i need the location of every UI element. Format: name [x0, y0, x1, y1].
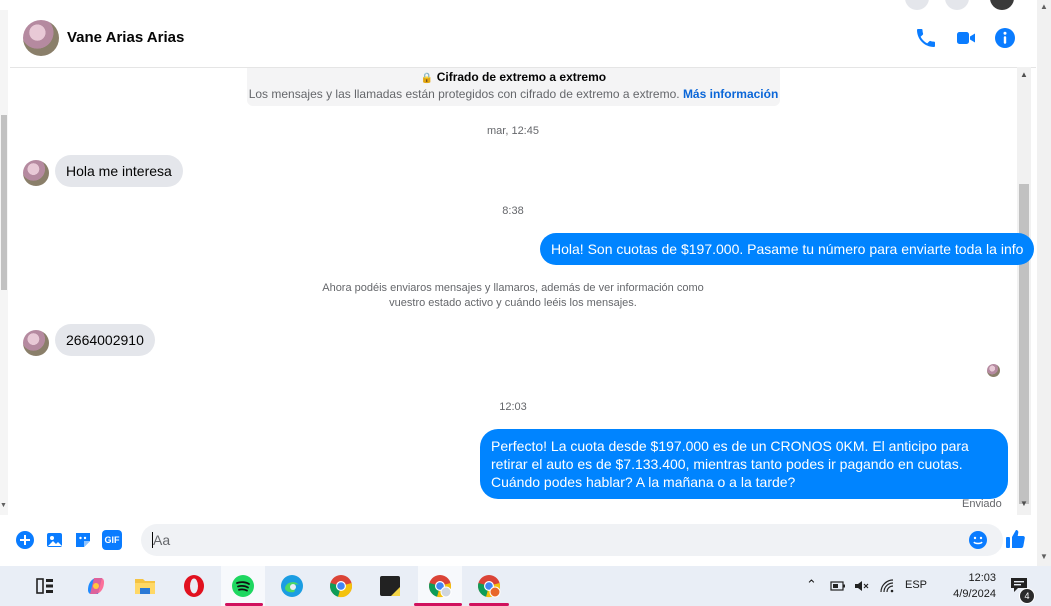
contact-avatar-small[interactable]: [23, 330, 49, 356]
emoji-icon[interactable]: [968, 530, 988, 550]
copilot-icon[interactable]: [82, 572, 110, 600]
encryption-body: Los mensajes y las llamadas están proteg…: [248, 87, 680, 101]
gif-icon[interactable]: GIF: [102, 530, 122, 550]
clock[interactable]: 12:03 4/9/2024: [936, 570, 996, 602]
scroll-down-arrow-icon[interactable]: ▼: [1040, 552, 1048, 561]
contact-avatar[interactable]: [23, 20, 59, 56]
ghost-button-icon: [945, 0, 969, 10]
wifi-icon[interactable]: [879, 578, 895, 594]
contact-avatar-small[interactable]: [23, 160, 49, 186]
info-icon[interactable]: [993, 26, 1017, 50]
message-input[interactable]: [141, 524, 1003, 556]
encryption-notice: 🔒 Cifrado de extremo a extremo Los mensa…: [247, 68, 780, 106]
activity-notice: Ahora podéis enviaros mensajes y llamaro…: [322, 282, 704, 309]
task-view-icon[interactable]: [31, 572, 59, 600]
sticker-icon[interactable]: [73, 530, 93, 550]
timestamp: 12:03: [499, 401, 527, 413]
spotify-icon[interactable]: [229, 572, 257, 600]
contact-name[interactable]: Vane Arias Arias: [67, 29, 184, 46]
image-icon[interactable]: [45, 530, 65, 550]
chat-header: Vane Arias Arias: [10, 10, 1036, 68]
scroll-down-arrow-icon[interactable]: ▼: [1020, 499, 1028, 508]
scroll-up-arrow-icon[interactable]: ▲: [1020, 70, 1028, 79]
chrome-profile-icon[interactable]: [426, 572, 454, 600]
taskbar: ⌃ ESP 12:03 4/9/2024: [0, 566, 1051, 606]
scroll-down-arrow-icon[interactable]: ▼: [0, 502, 7, 509]
top-strip: [0, 0, 1051, 10]
video-camera-icon[interactable]: [954, 26, 978, 50]
encryption-title: Cifrado de extremo a extremo: [436, 70, 607, 84]
timestamp: 8:38: [502, 205, 524, 217]
lock-icon: 🔒: [420, 73, 434, 84]
plus-icon[interactable]: [15, 530, 35, 550]
left-scrollbar-thumb[interactable]: [1, 115, 7, 290]
message-outgoing[interactable]: Perfecto! La cuota desde $197.000 es de …: [480, 429, 1008, 499]
window-scrollbar[interactable]: ▲ ▼: [1037, 0, 1051, 566]
seen-avatar-icon: [987, 364, 1000, 377]
phone-icon[interactable]: [914, 26, 938, 50]
tray-chevron-icon[interactable]: ⌃: [806, 577, 817, 593]
sent-status: Enviado: [962, 498, 1002, 510]
clock-time: 12:03: [968, 572, 996, 584]
message-incoming[interactable]: 2664002910: [55, 324, 155, 356]
ghost-avatar-icon: [990, 0, 1014, 10]
scroll-up-arrow-icon[interactable]: ▲: [1040, 2, 1048, 11]
opera-icon[interactable]: [180, 572, 208, 600]
message-composer: GIF: [10, 518, 1036, 562]
conversation-scrollbar[interactable]: ▲ ▼: [1017, 67, 1031, 515]
text-caret: [152, 532, 153, 548]
conversation-scrollbar-thumb[interactable]: [1019, 184, 1029, 504]
volume-muted-icon[interactable]: [853, 578, 869, 594]
thumbs-up-icon[interactable]: [1004, 528, 1026, 550]
language-indicator[interactable]: ESP: [905, 579, 927, 591]
left-scrollbar[interactable]: ▼: [0, 10, 8, 515]
notification-count-badge: 4: [1019, 588, 1035, 604]
chrome-profile-2-icon[interactable]: [475, 572, 503, 600]
clock-date: 4/9/2024: [953, 588, 996, 600]
file-explorer-icon[interactable]: [131, 572, 159, 600]
edge-icon[interactable]: [278, 572, 306, 600]
message-incoming[interactable]: Hola me interesa: [55, 155, 183, 187]
battery-icon[interactable]: [830, 579, 846, 593]
chrome-icon[interactable]: [327, 572, 355, 600]
more-info-link[interactable]: Más información: [683, 87, 778, 101]
message-outgoing[interactable]: Hola! Son cuotas de $197.000. Pasame tu …: [540, 233, 1035, 265]
sticky-notes-icon[interactable]: [376, 572, 404, 600]
timestamp: mar, 12:45: [487, 125, 539, 137]
ghost-button-icon: [905, 0, 929, 10]
